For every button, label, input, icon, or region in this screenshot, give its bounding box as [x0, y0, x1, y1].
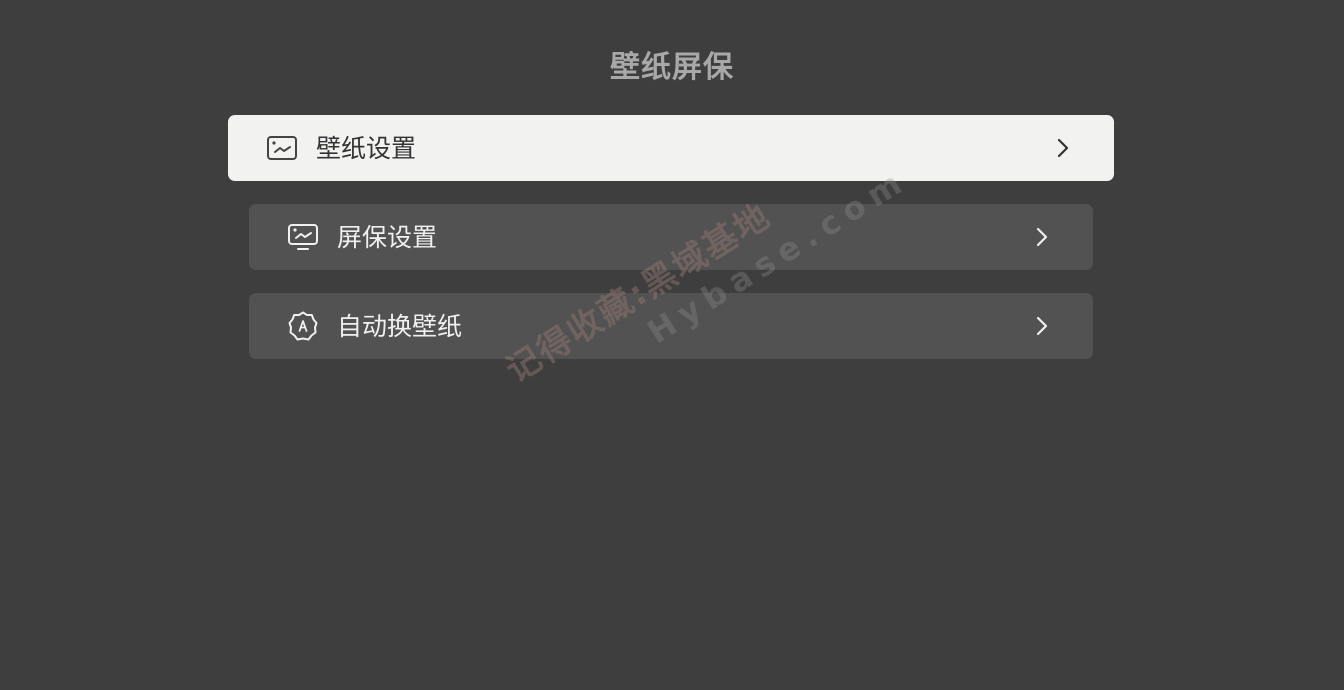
menu-item-wallpaper-settings[interactable]: 壁纸设置 [228, 115, 1114, 181]
chevron-right-icon [1029, 225, 1053, 249]
menu-item-screensaver-settings[interactable]: 屏保设置 [249, 204, 1093, 270]
menu-item-label: 屏保设置 [337, 222, 438, 252]
chevron-right-icon [1050, 136, 1074, 160]
image-icon [266, 132, 298, 164]
page-title: 壁纸屏保 [610, 50, 734, 85]
menu-item-auto-change-wallpaper[interactable]: 自动换壁纸 [249, 293, 1093, 359]
auto-badge-icon [287, 310, 319, 342]
menu-item-label: 壁纸设置 [316, 133, 417, 163]
monitor-image-icon [287, 221, 319, 253]
chevron-right-icon [1029, 314, 1053, 338]
menu-item-label: 自动换壁纸 [337, 311, 463, 341]
